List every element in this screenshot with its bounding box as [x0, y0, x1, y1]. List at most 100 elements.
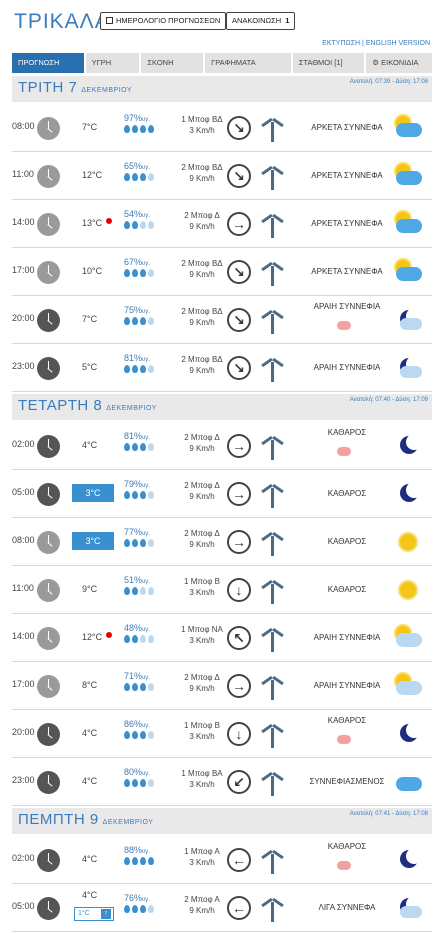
temperature-value: 7°C [82, 314, 98, 324]
tab-icons[interactable]: ⚙ ΕΙΚΟΝΙΔΙΑ [366, 53, 433, 73]
humidity: 76%υγ. [124, 893, 150, 903]
forecast-row[interactable]: 14:00 13°C 54%υγ. 2 Μποφ Δ 9 Km/h → ΑΡΚΕΤΑ ΣΥΝ… [12, 200, 432, 248]
temperature: 12°C [82, 170, 102, 180]
drop-icon [148, 539, 154, 547]
day-month: ΔΕΚΕΜΒΡΙΟΥ [102, 819, 154, 826]
forecast-row[interactable]: 20:00 7°C 75%υγ. 2 Μποφ ΒΔ 9 Km/h ↘ ΑΡΑΙΗ ΣΥΝΝ… [12, 296, 432, 344]
forecast-row[interactable]: 08:00 7°C 97%υγ. 1 Μποφ ΒΔ 3 Km/h ↘ ΑΡΚΕΤΑ ΣΥΝ… [12, 104, 432, 152]
forecast-calendar-button[interactable]: ΗΜΕΡΟΛΟΓΙΟ ΠΡΟΓΝΩΣΕΩΝ [100, 12, 227, 30]
drop-icon [148, 905, 154, 913]
wind-turbine-icon [260, 892, 284, 922]
drop-icon [140, 635, 146, 643]
drop-icon [148, 731, 154, 739]
drop-icon [148, 125, 154, 133]
wind-beaufort: 1 Μποφ Α [184, 847, 220, 856]
forecast-row[interactable]: 05:00 3°C 79%υγ. 2 Μποφ Δ 9 Km/h → ΚΑΘΑΡΟΣ [12, 470, 432, 518]
humidity-value: 81% [124, 353, 143, 363]
drop-icon [124, 635, 130, 643]
city-title: ΤΡΙΚΑΛΑ [14, 10, 110, 33]
sun-cloud-icon [394, 624, 422, 652]
wind-beaufort: 1 Μποφ Β [184, 577, 220, 586]
humidity: 65%υγ. [124, 161, 150, 171]
drop-icon [148, 491, 154, 499]
wind-beaufort: 2 Μποφ ΒΔ [181, 163, 223, 172]
forecast-row[interactable]: 23:00 5°C 81%υγ. 2 Μποφ ΒΔ 9 Km/h ↘ ΑΡΑΙΗ ΣΥΝΝ… [12, 344, 432, 392]
forecast-row[interactable]: 05:00 4°C 1°C ↑ 76%υγ. 2 Μποφ Α 9 Km/h ← ΛΙΓΑ ΣΥ… [12, 884, 432, 932]
tab-charts[interactable]: ΓΡΑΦΗΜΑΤΑ [205, 53, 291, 73]
humidity-drops [124, 173, 154, 181]
drop-icon [148, 857, 154, 865]
wind-info: 2 Μποφ Δ 9 Km/h [172, 672, 232, 694]
clock-minute-hand [47, 638, 53, 643]
humidity: 48%υγ. [124, 623, 150, 633]
wind-direction-icon: ↙ [227, 770, 251, 794]
tab-dust[interactable]: ΣΚΟΝΗ [141, 53, 204, 73]
drop-icon [148, 221, 154, 229]
row-time: 08:00 [12, 535, 35, 545]
tab-stations[interactable]: ΣΤΑΘΜΟΙ [1] [292, 53, 365, 73]
humidity-drops [124, 635, 154, 643]
forecast-row[interactable]: 17:00 10°C 67%υγ. 2 Μποφ ΒΔ 9 Km/h ↘ ΑΡΚΕΤΑ ΣΥ… [12, 248, 432, 296]
drop-icon [132, 269, 138, 277]
temperature-value: 4°C [82, 890, 98, 900]
temperature: 4°C [82, 776, 97, 786]
drop-icon [140, 443, 146, 451]
wind-direction-icon: ← [227, 848, 251, 872]
max-temp-dot [106, 218, 113, 224]
drop-icon [132, 491, 138, 499]
drop-icon [140, 539, 146, 547]
forecast-row[interactable]: 14:00 12°C 48%υγ. 1 Μποφ ΝΑ 3 Km/h ↖ ΑΡΑΙΗ ΣΥΝ… [12, 614, 432, 662]
wind-info: 2 Μποφ ΒΔ 9 Km/h [172, 306, 232, 328]
humidity-value: 65% [124, 161, 143, 171]
tab-humidity[interactable]: ΥΓΡΗ [85, 53, 140, 73]
forecast-row[interactable]: 17:00 8°C 71%υγ. 2 Μποφ Δ 9 Km/h → ΑΡΑΙΗ ΣΥΝΝΕ… [12, 662, 432, 710]
humidity-unit: υγ. [142, 675, 150, 681]
cloud-shape [400, 318, 422, 330]
partly-cloudy-day-icon [394, 162, 422, 190]
forecast-row[interactable]: 23:00 4°C 80%υγ. 1 Μποφ ΒΑ 3 Km/h ↙ ΣΥΝΝΕΦΙΑΣΜ… [12, 758, 432, 806]
drop-icon [124, 221, 130, 229]
wind-direction-icon: → [227, 674, 251, 698]
humidity-drops [124, 443, 154, 451]
wind-speed: 3 Km/h [189, 126, 215, 135]
turbine-pole [271, 170, 274, 190]
tab-forecast[interactable]: ΠΡΟΓΝΩΣΗ [12, 53, 84, 73]
temperature: 8°C [82, 680, 97, 690]
lips-icon [337, 735, 351, 744]
temperature: 3°C [72, 532, 114, 550]
turbine-pole [271, 122, 274, 142]
row-time: 14:00 [12, 217, 35, 227]
wind-direction-icon: ↘ [227, 116, 251, 140]
forecast-row[interactable]: 11:00 12°C 65%υγ. 2 Μποφ ΒΔ 9 Km/h ↘ ΑΡΚΕΤΑ ΣΥ… [12, 152, 432, 200]
forecast-row[interactable]: 20:00 4°C 86%υγ. 1 Μποφ Β 3 Km/h ↓ ΚΑΘΑΡΟΣ [12, 710, 432, 758]
turbine-pole [271, 728, 274, 748]
forecast-row[interactable]: 02:00 4°C 81%υγ. 2 Μποφ Δ 9 Km/h → ΚΑΘΑΡΟΣ [12, 422, 432, 470]
drop-icon [124, 905, 130, 913]
humidity-unit: υγ. [142, 627, 150, 633]
frost-warning[interactable]: 1°C ↑ [74, 907, 114, 921]
drop-icon [132, 539, 138, 547]
forecast-row[interactable]: 08:00 3°C 77%υγ. 2 Μποφ Δ 9 Km/h → ΚΑΘΑΡΟΣ [12, 518, 432, 566]
drop-icon [148, 635, 154, 643]
forecast-row[interactable]: 11:00 9°C 51%υγ. 1 Μποφ Β 3 Km/h ↓ ΚΑΘΑΡΟΣ [12, 566, 432, 614]
announcements-button[interactable]: ΑΝΑΚΟΙΝΩΣΗ 1 [226, 12, 296, 30]
row-time: 17:00 [12, 265, 35, 275]
day-month: ΔΕΚΕΜΒΡΙΟΥ [81, 87, 133, 94]
drop-icon [148, 587, 154, 595]
sun-shape [400, 582, 416, 598]
temperature-value: 12°C [82, 170, 103, 180]
forecast-row[interactable]: 02:00 4°C 88%υγ. 1 Μποφ Α 3 Km/h ← ΚΑΘΑΡΟΣ [12, 836, 432, 884]
day-header: ΤΕΤΑΡΤΗ 8 ΔΕΚΕΜΒΡΙΟΥ Ανατολή: 07:40 - Δύση… [12, 394, 432, 420]
print-english-links[interactable]: ΕΚΤΥΠΩΣΗ | ENGLISH VERSION [322, 40, 430, 47]
moon-icon [394, 432, 422, 460]
cloud-shape [400, 906, 422, 918]
temperature-value: 4°C [82, 728, 98, 738]
lips-icon [337, 321, 351, 330]
clock-icon [37, 849, 60, 872]
wind-turbine-icon [260, 352, 284, 382]
drop-icon [124, 857, 130, 865]
drop-icon [124, 779, 130, 787]
day-header: ΠΕΜΠΤΗ 9 ΔΕΚΕΜΒΡΙΟΥ Ανατολή: 07:41 - Δύση:… [12, 808, 432, 834]
drop-icon [124, 539, 130, 547]
wind-beaufort: 1 Μποφ Β [184, 721, 220, 730]
